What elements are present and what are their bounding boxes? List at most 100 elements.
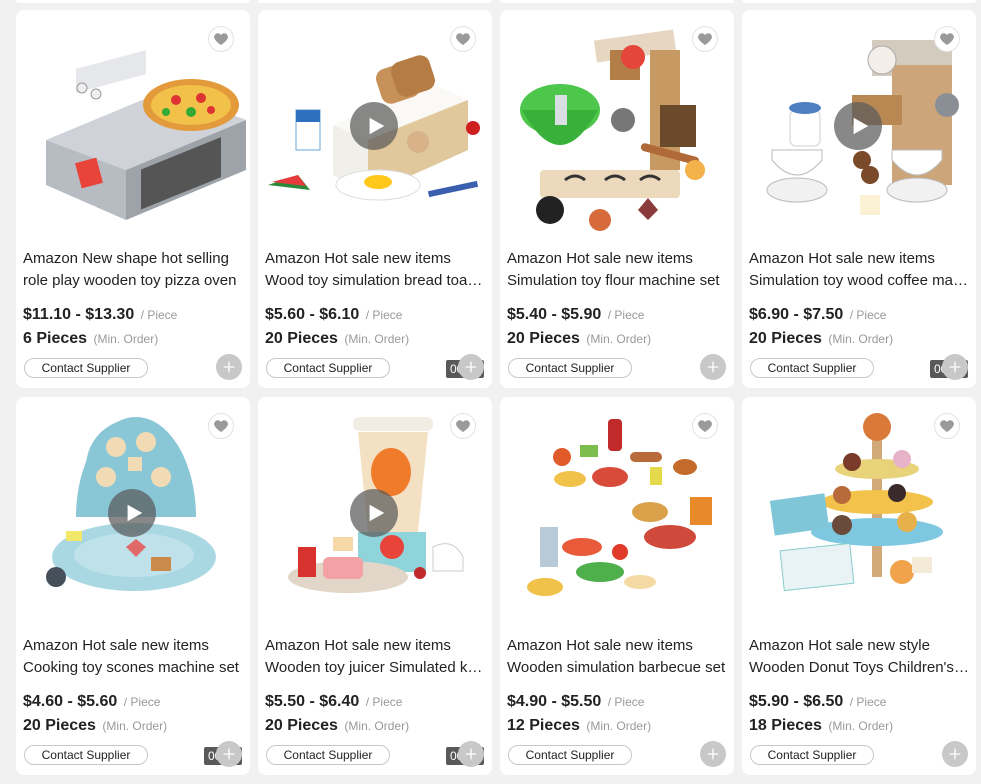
price-unit: / Piece [365, 308, 403, 322]
price-row: $5.50 - $6.40 / Piece [265, 693, 402, 711]
product-title-line: Amazon Hot sale new items [749, 250, 935, 267]
product-title[interactable]: Amazon Hot sale new items Wooden toy jui… [265, 635, 485, 679]
price-unit: / Piece [123, 695, 161, 709]
contact-supplier-button[interactable]: Contact Supplier [266, 745, 390, 765]
add-icon[interactable] [216, 741, 242, 767]
min-order-quantity: 12 Pieces [507, 717, 580, 734]
add-icon[interactable] [458, 741, 484, 767]
heart-icon[interactable] [450, 26, 476, 52]
product-card[interactable]: Amazon Hot sale new items Wooden simulat… [500, 397, 734, 775]
add-icon[interactable] [700, 354, 726, 380]
min-order-label: (Min. Order) [586, 332, 652, 346]
contact-supplier-button[interactable]: Contact Supplier [508, 358, 632, 378]
add-icon[interactable] [216, 354, 242, 380]
contact-supplier-button[interactable]: Contact Supplier [508, 745, 632, 765]
play-icon[interactable] [350, 489, 398, 537]
product-title[interactable]: Amazon Hot sale new style Wooden Donut T… [749, 635, 969, 679]
contact-supplier-button[interactable]: Contact Supplier [24, 358, 148, 378]
product-card[interactable]: Amazon Hot sale new items Simulation toy… [500, 10, 734, 388]
product-title-line: Amazon Hot sale new style [749, 637, 930, 654]
play-icon[interactable] [108, 489, 156, 537]
add-icon[interactable] [942, 741, 968, 767]
product-card[interactable]: 00:29 Amazon Hot sale new items Simulati… [742, 10, 976, 388]
product-title[interactable]: Amazon Hot sale new items Simulation toy… [507, 248, 727, 292]
min-order-quantity: 20 Pieces [265, 717, 338, 734]
min-order-quantity: 18 Pieces [749, 717, 822, 734]
top-strip [258, 0, 492, 3]
moq-row: 12 Pieces (Min. Order) [507, 717, 651, 735]
top-strip [742, 0, 976, 3]
product-title-line: Amazon Hot sale new items [23, 637, 209, 654]
add-icon[interactable] [942, 354, 968, 380]
price-range: $5.60 - $6.10 [265, 306, 360, 323]
play-icon[interactable] [834, 102, 882, 150]
product-title[interactable]: Amazon Hot sale new items Wooden simulat… [507, 635, 727, 679]
price-unit: / Piece [140, 308, 178, 322]
heart-icon[interactable] [934, 26, 960, 52]
product-title-line: Amazon Hot sale new items [265, 637, 451, 654]
min-order-label: (Min. Order) [828, 332, 894, 346]
product-title[interactable]: Amazon Hot sale new items Cooking toy sc… [23, 635, 243, 679]
heart-icon[interactable] [208, 413, 234, 439]
product-title[interactable]: Amazon New shape hot selling role play w… [23, 248, 243, 292]
product-title-line: Cooking toy scones machine set [23, 659, 239, 676]
add-icon[interactable] [458, 354, 484, 380]
contact-supplier-button[interactable]: Contact Supplier [24, 745, 148, 765]
heart-icon[interactable] [934, 413, 960, 439]
product-title-line: Amazon New shape hot selling [23, 250, 229, 267]
price-row: $5.40 - $5.90 / Piece [507, 306, 644, 324]
price-row: $4.90 - $5.50 / Piece [507, 693, 644, 711]
price-unit: / Piece [365, 695, 403, 709]
heart-icon[interactable] [692, 413, 718, 439]
heart-icon[interactable] [692, 26, 718, 52]
heart-icon[interactable] [450, 413, 476, 439]
contact-supplier-button[interactable]: Contact Supplier [750, 745, 874, 765]
min-order-quantity: 20 Pieces [507, 330, 580, 347]
product-title-line: Wooden simulation barbecue set [507, 659, 726, 676]
min-order-label: (Min. Order) [93, 332, 159, 346]
price-range: $6.90 - $7.50 [749, 306, 844, 323]
price-unit: / Piece [607, 308, 645, 322]
product-title-line: Wooden Donut Toys Children's set [749, 659, 969, 676]
price-unit: / Piece [607, 695, 645, 709]
min-order-label: (Min. Order) [828, 719, 894, 733]
product-title-line: Simulation toy wood coffee machine [749, 272, 969, 289]
product-title-line: Amazon Hot sale new items [507, 250, 693, 267]
price-range: $5.50 - $6.40 [265, 693, 360, 710]
price-unit: / Piece [849, 308, 887, 322]
product-card[interactable]: Amazon New shape hot selling role play w… [16, 10, 250, 388]
product-title[interactable]: Amazon Hot sale new items Simulation toy… [749, 248, 969, 292]
moq-row: 20 Pieces (Min. Order) [507, 330, 651, 348]
top-strip [16, 0, 250, 3]
product-card[interactable]: 00:22 Amazon Hot sale new items Wood toy… [258, 10, 492, 388]
contact-supplier-button[interactable]: Contact Supplier [266, 358, 390, 378]
price-row: $5.90 - $6.50 / Piece [749, 693, 886, 711]
min-order-quantity: 6 Pieces [23, 330, 88, 347]
product-card[interactable]: 00:35 Amazon Hot sale new items Wooden t… [258, 397, 492, 775]
price-range: $4.60 - $5.60 [23, 693, 118, 710]
contact-supplier-button[interactable]: Contact Supplier [750, 358, 874, 378]
product-title-line: Simulation toy flour machine set [507, 272, 720, 289]
moq-row: 20 Pieces (Min. Order) [23, 717, 167, 735]
moq-row: 20 Pieces (Min. Order) [749, 330, 893, 348]
product-title-line: Amazon Hot sale new items [265, 250, 451, 267]
price-row: $5.60 - $6.10 / Piece [265, 306, 402, 324]
play-icon[interactable] [350, 102, 398, 150]
product-card[interactable]: 00:33 Amazon Hot sale new items Cooking … [16, 397, 250, 775]
price-unit: / Piece [849, 695, 887, 709]
min-order-quantity: 20 Pieces [265, 330, 338, 347]
product-title[interactable]: Amazon Hot sale new items Wood toy simul… [265, 248, 485, 292]
price-row: $6.90 - $7.50 / Piece [749, 306, 886, 324]
product-card[interactable]: Amazon Hot sale new style Wooden Donut T… [742, 397, 976, 775]
price-range: $5.40 - $5.90 [507, 306, 602, 323]
price-row: $4.60 - $5.60 / Piece [23, 693, 160, 711]
moq-row: 18 Pieces (Min. Order) [749, 717, 893, 735]
price-range: $4.90 - $5.50 [507, 693, 602, 710]
heart-icon[interactable] [208, 26, 234, 52]
min-order-label: (Min. Order) [344, 332, 410, 346]
product-title-line: Wooden toy juicer Simulated kitchen [265, 659, 485, 676]
product-title-line: role play wooden toy pizza oven [23, 272, 237, 289]
price-range: $11.10 - $13.30 [23, 306, 135, 323]
add-icon[interactable] [700, 741, 726, 767]
min-order-label: (Min. Order) [586, 719, 652, 733]
